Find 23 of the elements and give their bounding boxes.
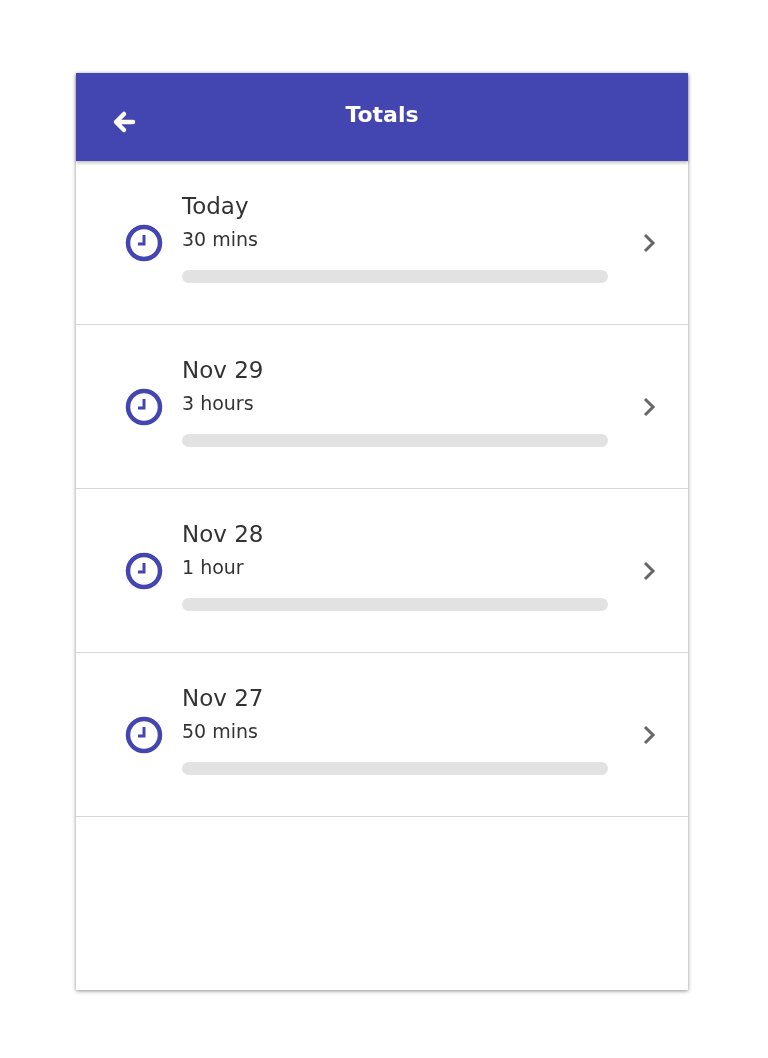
screen-title: Totals [345, 101, 419, 127]
duration-label: 1 hour [182, 555, 245, 580]
back-button[interactable] [112, 110, 136, 134]
day-label: Nov 27 [182, 684, 265, 713]
duration-label: 50 mins [182, 719, 259, 744]
day-label: Nov 29 [182, 356, 265, 385]
duration-label: 30 mins [182, 227, 259, 252]
chevron-right-icon [641, 723, 657, 746]
chevron-right-icon [641, 231, 657, 254]
total-row[interactable]: Nov 29 3 hours [76, 325, 688, 489]
day-label: Nov 28 [182, 520, 265, 549]
clock-icon [125, 387, 163, 426]
back-arrow-icon [112, 110, 136, 134]
chevron-right-icon [641, 395, 657, 418]
clock-icon [125, 223, 163, 262]
clock-icon [125, 551, 163, 590]
clock-icon [125, 715, 163, 754]
chevron-right-icon [641, 559, 657, 582]
day-label: Today [182, 192, 250, 221]
total-row[interactable]: Nov 28 1 hour [76, 489, 688, 653]
duration-label: 3 hours [182, 391, 255, 416]
total-row[interactable]: Nov 27 50 mins [76, 653, 688, 817]
total-row[interactable]: Today 30 mins [76, 161, 688, 325]
